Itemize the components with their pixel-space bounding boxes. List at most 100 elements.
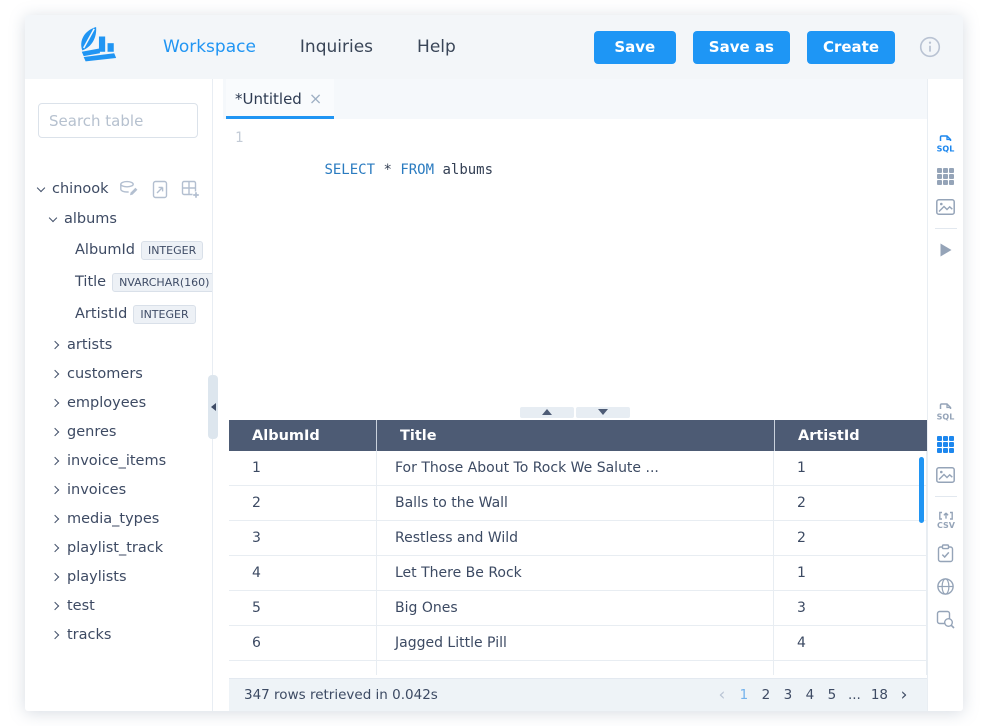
- column-header[interactable]: ArtistId: [775, 420, 927, 451]
- nav-action-button[interactable]: Save as: [693, 31, 790, 64]
- sql-view-icon[interactable]: SQL: [936, 134, 955, 154]
- tree-item-table[interactable]: artists: [38, 330, 212, 359]
- cell-artist-id: 1: [774, 451, 926, 485]
- chevron-right-icon: [51, 630, 59, 638]
- table-view-icon[interactable]: [937, 436, 954, 453]
- tree-column-item[interactable]: ArtistId INTEGER: [38, 298, 212, 330]
- tree-item-table[interactable]: test: [38, 591, 212, 620]
- tree-item-table[interactable]: genres: [38, 417, 212, 446]
- tab-untitled[interactable]: *Untitled ×: [226, 79, 334, 119]
- nav-links: Workspace Inquiries Help: [163, 37, 456, 57]
- nav-action-button[interactable]: Create: [807, 31, 895, 64]
- table-row[interactable]: 1 For Those About To Rock We Salute ... …: [229, 451, 927, 486]
- cell-empty: [377, 661, 774, 675]
- nav-link[interactable]: Help: [417, 37, 456, 57]
- sidebar-splitter[interactable]: [213, 79, 223, 711]
- page-button[interactable]: ›: [895, 687, 913, 704]
- tree-item-table[interactable]: customers: [38, 359, 212, 388]
- column-header[interactable]: AlbumId: [229, 420, 377, 451]
- results-scrollbar-thumb[interactable]: [919, 457, 924, 523]
- tree-item-table[interactable]: invoices: [38, 475, 212, 504]
- tree-item-table[interactable]: invoice_items: [38, 446, 212, 475]
- sidebar-collapse-handle[interactable]: [208, 375, 218, 439]
- table-view-icon[interactable]: [937, 168, 954, 185]
- run-query-icon[interactable]: [939, 242, 953, 258]
- table-name: employees: [67, 395, 146, 411]
- database-edit-icon[interactable]: [119, 180, 139, 198]
- tree-item-table[interactable]: playlists: [38, 562, 212, 591]
- results-view-rail: SQL: [935, 395, 957, 636]
- database-name: chinook: [52, 181, 109, 197]
- cell-album-id: 3: [229, 521, 377, 555]
- rail-divider: [935, 496, 957, 497]
- column-name: Title: [75, 274, 106, 290]
- tree-item-table[interactable]: employees: [38, 388, 212, 417]
- page-button[interactable]: 3: [779, 687, 797, 703]
- column-type-badge: INTEGER: [141, 241, 203, 260]
- nav-link[interactable]: Workspace: [163, 37, 256, 57]
- globe-icon[interactable]: [936, 577, 955, 596]
- page-button[interactable]: 1: [735, 687, 753, 703]
- column-name: ArtistId: [75, 306, 127, 322]
- page-button[interactable]: 18: [868, 687, 891, 703]
- table-name: customers: [67, 366, 143, 382]
- cell-artist-id: 3: [774, 591, 926, 625]
- tree-item-table[interactable]: tracks: [38, 620, 212, 649]
- table-row[interactable]: 3 Restless and Wild 2: [229, 521, 927, 556]
- cell-artist-id: 2: [774, 521, 926, 555]
- table-name: playlist_track: [67, 540, 163, 556]
- file-export-icon[interactable]: [152, 180, 168, 199]
- cell-album-id: 5: [229, 591, 377, 625]
- page-button[interactable]: ‹: [713, 687, 731, 704]
- sql-view-icon[interactable]: SQL: [936, 402, 955, 422]
- nav-action-button[interactable]: Save: [594, 31, 676, 64]
- expand-editor-button[interactable]: [520, 407, 574, 418]
- navbar: Workspace Inquiries Help Save Save as Cr…: [25, 15, 963, 79]
- tree-item-table[interactable]: media_types: [38, 504, 212, 533]
- rows-status-text: 347 rows retrieved in 0.042s: [244, 687, 438, 703]
- status-bar: 347 rows retrieved in 0.042s ‹ 1 2 3: [229, 678, 927, 711]
- add-table-icon[interactable]: [181, 180, 200, 199]
- table-row[interactable]: 5 Big Ones 3: [229, 591, 927, 626]
- pagination: ‹ 1 2 3 4 5 ...: [713, 687, 913, 704]
- tree-column-item[interactable]: AlbumId INTEGER: [38, 234, 212, 266]
- table-name: media_types: [67, 511, 159, 527]
- table-row[interactable]: 6 Jagged Little Pill 4: [229, 626, 927, 661]
- sql-editor[interactable]: 1 SELECT * FROM albums: [223, 119, 927, 404]
- nav-link[interactable]: Inquiries: [300, 37, 373, 57]
- arrow-up-icon: [542, 409, 552, 415]
- page-button[interactable]: 5: [823, 687, 841, 703]
- page-button[interactable]: 4: [801, 687, 819, 703]
- search-table-input[interactable]: [38, 103, 198, 138]
- chart-view-icon[interactable]: [936, 199, 955, 215]
- copy-results-icon[interactable]: [937, 544, 954, 563]
- info-icon[interactable]: [919, 36, 941, 58]
- page-button[interactable]: 2: [757, 687, 775, 703]
- table-row[interactable]: 2 Balls to the Wall 2: [229, 486, 927, 521]
- export-csv-icon[interactable]: CSV: [936, 510, 956, 530]
- tree-column-item[interactable]: Title NVARCHAR(160): [38, 266, 212, 298]
- chart-view-icon[interactable]: [936, 467, 955, 483]
- page-button[interactable]: ...: [845, 687, 864, 703]
- pane-splitter: [223, 404, 927, 420]
- results-panel: AlbumIdTitleArtistId 1 For Those About T…: [223, 404, 927, 711]
- line-number: 1: [223, 130, 257, 404]
- column-header[interactable]: Title: [377, 420, 775, 451]
- results-table-header: AlbumIdTitleArtistId: [229, 420, 927, 451]
- chevron-right-icon: [51, 514, 59, 522]
- close-icon[interactable]: ×: [309, 91, 322, 107]
- cell-artist-id: 1: [774, 556, 926, 590]
- chevron-right-icon: [51, 427, 59, 435]
- chevron-down-icon: [37, 183, 45, 191]
- app-window: Workspace Inquiries Help Save Save as Cr…: [25, 15, 963, 711]
- tree-item-database[interactable]: chinook: [38, 174, 212, 204]
- inspect-icon[interactable]: [936, 610, 955, 629]
- expand-results-button[interactable]: [576, 407, 630, 418]
- table-row[interactable]: 4 Let There Be Rock 1: [229, 556, 927, 591]
- cell-album-id: 1: [229, 451, 377, 485]
- tree-item-albums[interactable]: albums: [38, 204, 212, 234]
- tree-item-table[interactable]: playlist_track: [38, 533, 212, 562]
- cell-album-id: 6: [229, 626, 377, 660]
- cell-artist-id: 2: [774, 486, 926, 520]
- tab-bar: *Untitled ×: [223, 79, 927, 119]
